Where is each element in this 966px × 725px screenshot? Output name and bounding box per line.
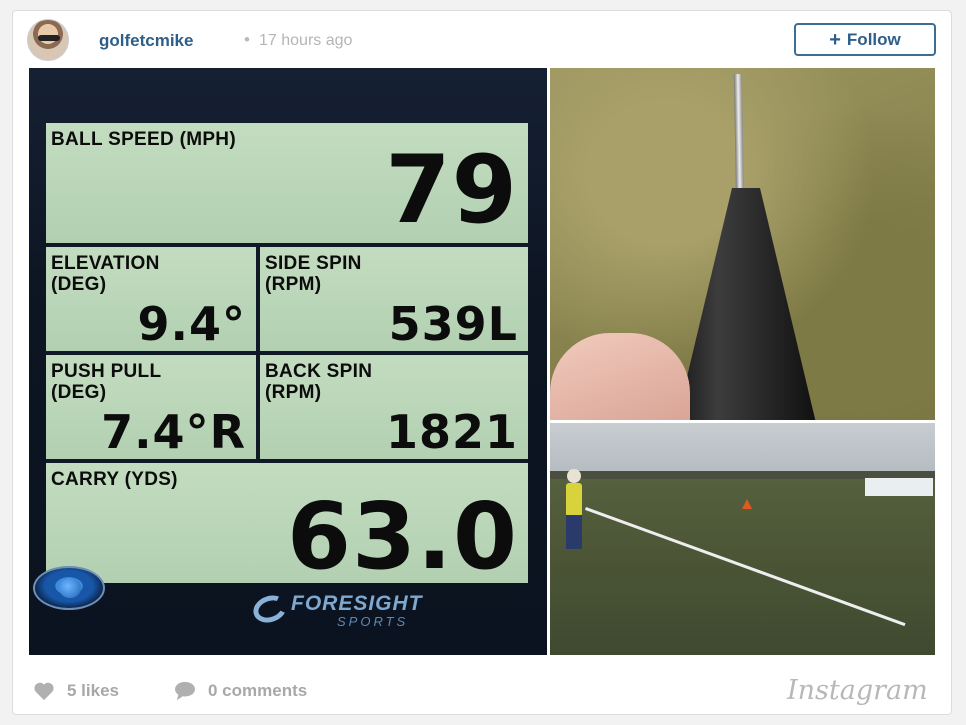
follow-label: Follow (846, 29, 901, 49)
instagram-logo[interactable]: Instagram (787, 675, 928, 706)
brand-sub: SPORTS (337, 614, 409, 629)
follow-button[interactable]: + Follow (794, 23, 936, 56)
ball-speed-panel: BALL SPEED (MPH) 79 (46, 123, 528, 243)
post-timestamp[interactable]: 17 hours ago (259, 32, 352, 50)
golfer-legs (566, 515, 582, 549)
heart-icon[interactable] (33, 681, 55, 701)
user-avatar[interactable] (27, 19, 69, 61)
golfer-head (567, 469, 581, 483)
back-spin-panel: BACK SPIN (RPM) 1821 (260, 355, 528, 459)
home-button-core (59, 578, 81, 598)
alignment-rope (584, 507, 906, 627)
post-photo-collage[interactable]: BALL SPEED (MPH) 79 ELEVATION (DEG) 9.4°… (29, 68, 935, 655)
hand (550, 333, 690, 420)
username-link[interactable]: golfetcmike (99, 31, 193, 51)
device-home-button (33, 566, 105, 610)
avatar-sunglasses (38, 35, 60, 41)
likes-count[interactable]: 5 likes (67, 681, 119, 701)
push-pull-panel: PUSH PULL (DEG) 7.4°R (46, 355, 256, 459)
push-pull-value: 7.4°R (101, 405, 246, 459)
brand-name: FORESIGHT (291, 592, 423, 615)
side-spin-label-line2: (RPM) (265, 274, 322, 295)
comment-bubble-icon[interactable] (173, 681, 197, 701)
club-grip (676, 188, 816, 420)
side-spin-panel: SIDE SPIN (RPM) 539L (260, 247, 528, 351)
elevation-label-line1: ELEVATION (51, 253, 160, 274)
back-spin-value: 1821 (385, 405, 518, 459)
launch-monitor-screen: BALL SPEED (MPH) 79 ELEVATION (DEG) 9.4°… (29, 68, 547, 655)
carry-value: 63.0 (287, 483, 518, 590)
lcd-display: BALL SPEED (MPH) 79 ELEVATION (DEG) 9.4°… (46, 123, 528, 590)
back-spin-label-line1: BACK SPIN (265, 361, 373, 382)
back-spin-label-line2: (RPM) (265, 382, 322, 403)
foresight-swirl-icon (249, 590, 291, 628)
club-shaft (733, 73, 745, 205)
side-spin-label-line1: SIDE SPIN (265, 253, 362, 274)
range-photo (550, 423, 935, 655)
range-banner (865, 478, 933, 496)
post-footer: 5 likes 0 comments Instagram (13, 667, 951, 713)
push-pull-label: PUSH PULL (DEG) (51, 361, 161, 403)
elevation-label-line2: (DEG) (51, 274, 107, 295)
carry-label: CARRY (YDS) (51, 469, 178, 490)
post-header: golfetcmike • 17 hours ago + Follow (13, 11, 951, 69)
push-pull-label-line2: (DEG) (51, 382, 107, 403)
elevation-value: 9.4° (137, 297, 246, 351)
foresight-logo: FORESIGHT SPORTS (249, 590, 533, 632)
ball-speed-label: BALL SPEED (MPH) (51, 129, 236, 150)
back-spin-label: BACK SPIN (RPM) (265, 361, 372, 403)
plus-icon: + (829, 28, 841, 51)
elevation-label: ELEVATION (DEG) (51, 253, 160, 295)
golfer-body (566, 483, 582, 517)
push-pull-label-line1: PUSH PULL (51, 361, 162, 382)
comments-count[interactable]: 0 comments (208, 681, 307, 701)
side-spin-label: SIDE SPIN (RPM) (265, 253, 362, 295)
instagram-post-card: golfetcmike • 17 hours ago + Follow BALL… (12, 10, 952, 715)
separator-dot: • (244, 30, 250, 49)
club-grip-photo (550, 68, 935, 420)
elevation-panel: ELEVATION (DEG) 9.4° (46, 247, 256, 351)
ball-speed-value: 79 (385, 136, 518, 245)
side-spin-value: 539L (388, 297, 518, 351)
orange-cone (742, 499, 752, 509)
carry-panel: CARRY (YDS) 63.0 (46, 463, 528, 590)
